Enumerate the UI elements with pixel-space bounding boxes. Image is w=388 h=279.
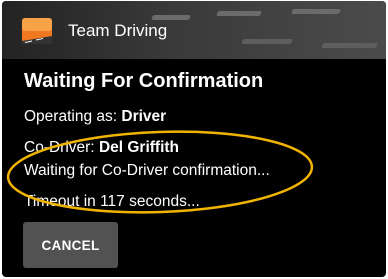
phone-screen: Team Driving Waiting For Confirmation Op… (2, 1, 386, 277)
road-dash (321, 43, 378, 48)
co-driver-value: Del Griffith (98, 139, 180, 156)
operating-as-line: Operating as: Driver (24, 108, 166, 126)
cancel-button[interactable]: CANCEL (23, 222, 118, 268)
road-dash (291, 9, 341, 14)
operating-as-label: Operating as: (24, 108, 118, 125)
operating-as-value: Driver (121, 108, 167, 125)
waiting-message: Waiting for Co-Driver confirmation... (24, 162, 270, 179)
road-dash (241, 39, 293, 44)
app-title: Team Driving (68, 21, 168, 40)
road-icon (22, 18, 52, 44)
co-driver-line: Co-Driver: Del Griffith (24, 139, 179, 157)
dialog-title: Waiting For Confirmation (24, 70, 264, 92)
app-bar: Team Driving (2, 1, 386, 59)
road-dash (216, 11, 262, 16)
co-driver-label: Co-Driver: (24, 139, 95, 156)
timeout-message: Timeout in 117 seconds... (24, 193, 200, 210)
road-dash (151, 15, 191, 20)
